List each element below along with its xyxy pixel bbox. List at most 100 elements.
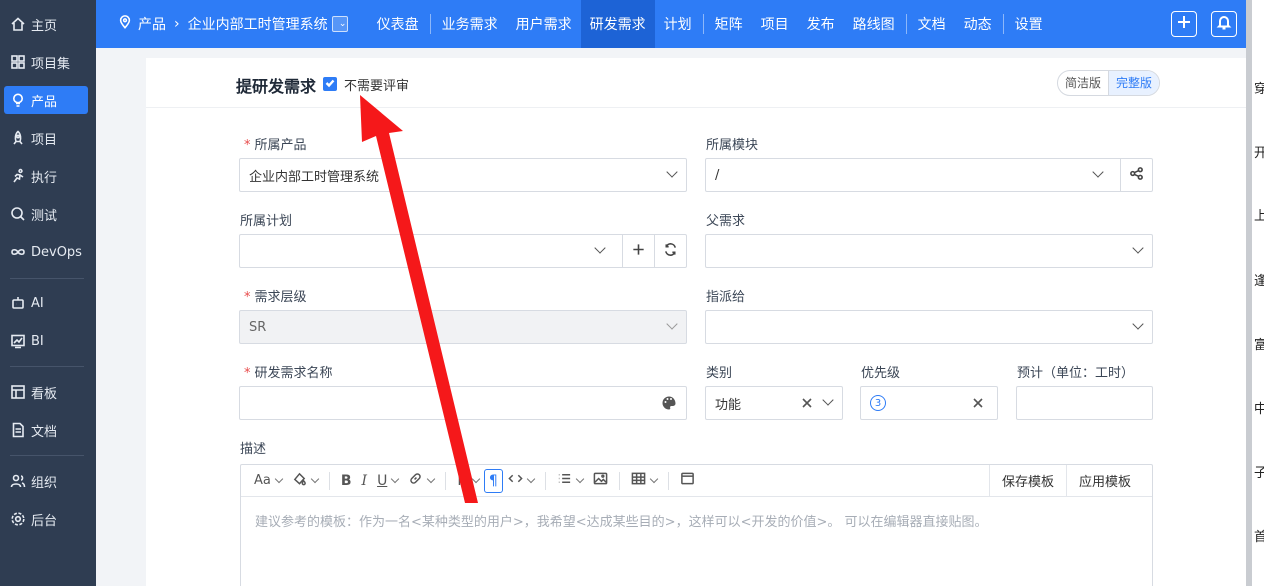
right-panel-text: 中	[1254, 398, 1264, 417]
mode-simple-button[interactable]: 简洁版	[1058, 71, 1108, 95]
nav-settings[interactable]: 设置	[1006, 0, 1052, 48]
module-select[interactable]: /	[705, 158, 1153, 192]
mode-full-button[interactable]: 完整版	[1108, 71, 1160, 95]
sidebar-item-label: 测试	[31, 208, 58, 224]
italic-button[interactable]: I	[357, 469, 373, 493]
apply-template-label: 应用模板	[1079, 475, 1132, 490]
table-button[interactable]	[626, 469, 662, 493]
plus-icon	[631, 242, 646, 261]
nav-plan[interactable]: 计划	[655, 0, 701, 48]
chevron-down-icon	[274, 474, 284, 484]
breadcrumb-root[interactable]: 产品	[138, 14, 166, 34]
grid-icon	[10, 54, 26, 70]
plus-icon	[1176, 14, 1192, 34]
checkmark-icon	[325, 77, 335, 92]
estimate-input[interactable]	[1016, 386, 1153, 420]
module-label: 所属模块	[706, 138, 759, 153]
editor-toolbar: Aa B I U H ¶ 保存模板 应用模板	[241, 465, 1152, 497]
description-editor[interactable]: Aa B I U H ¶ 保存模板 应用模板 建议参考的模板：作为一名<某种类型…	[240, 464, 1153, 586]
requirement-name-input[interactable]	[239, 386, 687, 420]
no-review-checkbox[interactable]	[323, 77, 337, 91]
nav-activity[interactable]: 动态	[955, 0, 1001, 48]
sidebar-divider	[10, 366, 84, 367]
sidebar-item-org[interactable]: 组织	[4, 467, 88, 495]
sidebar-divider	[10, 278, 84, 279]
underline-button[interactable]: U	[372, 469, 403, 493]
breadcrumb-product[interactable]: 企业内部工时管理系统	[188, 14, 328, 34]
module-manage-button[interactable]	[1120, 159, 1152, 191]
top-navbar: 产品 › 企业内部工时管理系统 ⌄ 仪表盘 业务需求 用户需求 研发需求 计划 …	[96, 0, 1246, 48]
sidebar-item-admin[interactable]: 后台	[4, 505, 88, 533]
font-size-button[interactable]: Aa	[249, 469, 287, 493]
notification-button[interactable]	[1211, 11, 1237, 37]
plan-select[interactable]	[239, 234, 687, 268]
chevron-down-icon	[822, 394, 834, 406]
nav-docs[interactable]: 文档	[909, 0, 955, 48]
nav-user-requirement[interactable]: 用户需求	[507, 0, 581, 48]
level-label: * 需求层级	[244, 286, 307, 305]
product-switch-dropdown[interactable]: ⌄	[331, 16, 348, 32]
category-select[interactable]: 功能	[705, 386, 843, 420]
italic-icon: I	[361, 472, 368, 489]
code-button[interactable]	[503, 469, 539, 493]
parent-requirement-select[interactable]	[705, 234, 1153, 268]
heading-button[interactable]: H	[452, 469, 484, 493]
sidebar-item-ai[interactable]: AI	[4, 289, 88, 317]
list-button[interactable]	[552, 469, 588, 493]
select-value: /	[715, 167, 720, 183]
clear-icon[interactable]	[800, 396, 814, 410]
palette-icon[interactable]	[661, 395, 677, 415]
plan-label: 所属计划	[240, 214, 293, 229]
bold-button[interactable]: B	[336, 469, 357, 493]
nav-release[interactable]: 发布	[798, 0, 844, 48]
save-template-button[interactable]: 保存模板	[988, 465, 1066, 496]
chevron-down-icon	[1092, 166, 1104, 178]
fullscreen-button[interactable]	[675, 469, 700, 493]
paragraph-icon: ¶	[488, 472, 498, 489]
apply-template-button[interactable]: 应用模板	[1066, 465, 1152, 496]
right-panel-text: 穿	[1254, 78, 1264, 97]
sidebar-item-docs[interactable]: 文档	[4, 416, 88, 444]
sidebar-item-test[interactable]: 测试	[4, 200, 88, 228]
add-plan-button[interactable]	[622, 235, 654, 267]
text-color-button[interactable]	[287, 469, 323, 493]
category-label: 类别	[706, 366, 733, 381]
infinity-icon	[10, 244, 26, 260]
link-button[interactable]	[403, 469, 439, 493]
sidebar: 主页 项目集 产品 项目 执行 测试 DevOps AI BI 看板 文档 组织…	[0, 0, 96, 586]
sidebar-item-devops[interactable]: DevOps	[4, 238, 88, 266]
sidebar-item-project[interactable]: 项目	[4, 124, 88, 152]
sidebar-item-bi[interactable]: BI	[4, 327, 88, 355]
chevron-down-icon	[666, 166, 678, 178]
sidebar-item-label: 项目	[31, 132, 58, 148]
sidebar-item-home[interactable]: 主页	[4, 10, 88, 38]
nav-project[interactable]: 项目	[752, 0, 798, 48]
paragraph-button[interactable]: ¶	[483, 468, 503, 493]
chevron-down-icon	[649, 474, 659, 484]
search-icon	[10, 206, 26, 222]
select-value: 功能	[715, 397, 742, 413]
label-text: 研发需求名称	[254, 366, 333, 381]
product-select[interactable]: 企业内部工时管理系统	[239, 158, 687, 192]
image-button[interactable]	[588, 469, 613, 493]
no-review-label[interactable]: 不需要评审	[344, 75, 409, 94]
sidebar-item-kanban[interactable]: 看板	[4, 378, 88, 406]
sidebar-item-program[interactable]: 项目集	[4, 48, 88, 76]
right-panel-text: 子	[1254, 462, 1264, 481]
create-button[interactable]	[1171, 11, 1197, 37]
priority-select[interactable]: 3	[860, 386, 998, 420]
nav-dashboard[interactable]: 仪表盘	[368, 0, 428, 48]
nav-business-requirement[interactable]: 业务需求	[433, 0, 507, 48]
bell-icon	[1216, 14, 1232, 34]
refresh-plan-button[interactable]	[654, 235, 686, 267]
code-icon	[508, 471, 523, 490]
nav-matrix[interactable]: 矩阵	[706, 0, 752, 48]
level-select: SR	[239, 310, 687, 344]
nav-roadmap[interactable]: 路线图	[844, 0, 904, 48]
assign-to-select[interactable]	[705, 310, 1153, 344]
sidebar-item-label: 项目集	[31, 56, 71, 72]
nav-dev-requirement[interactable]: 研发需求	[580, 0, 655, 48]
sidebar-item-product[interactable]: 产品	[4, 86, 88, 114]
clear-icon[interactable]	[971, 396, 985, 410]
sidebar-item-execution[interactable]: 执行	[4, 162, 88, 190]
